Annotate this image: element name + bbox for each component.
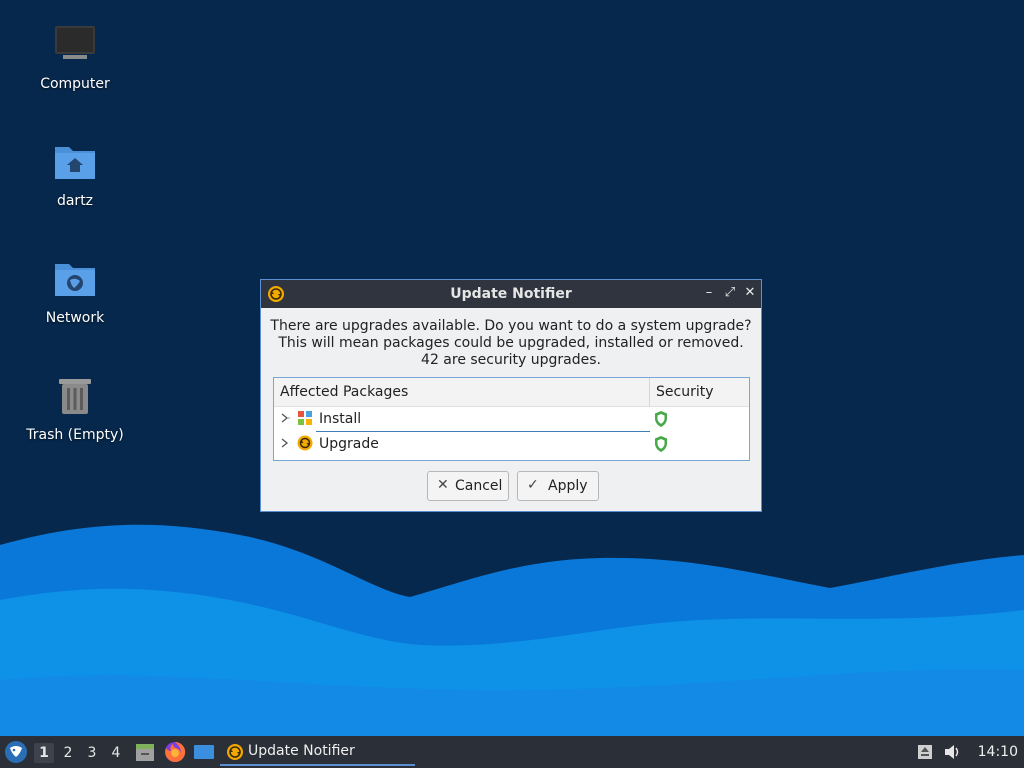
chevron-right-icon[interactable] [280, 411, 290, 425]
desktop-icon-network[interactable]: Network [10, 256, 140, 326]
whisker-menu-icon[interactable] [4, 740, 28, 764]
taskbar-task-update-notifier[interactable]: Update Notifier [220, 738, 415, 766]
close-button[interactable]: ✕ [742, 285, 758, 301]
trash-icon [59, 379, 91, 414]
message-line: This will mean packages could be upgrade… [278, 335, 744, 351]
minimize-button[interactable]: – [701, 285, 717, 301]
workspace-4[interactable]: 4 [106, 743, 126, 763]
volume-icon[interactable] [943, 743, 963, 761]
desktop-icon-label: Network [45, 310, 105, 326]
apply-button[interactable]: ✓ Apply [517, 471, 599, 501]
update-notifier-icon [227, 744, 243, 760]
chevron-right-icon[interactable] [280, 436, 290, 450]
workspace-2[interactable]: 2 [58, 743, 78, 763]
desktop-icon-trash[interactable]: Trash (Empty) [10, 373, 140, 443]
workspace-1[interactable]: 1 [34, 743, 54, 763]
shield-icon [655, 411, 667, 427]
desktop-icon-computer[interactable]: Computer [10, 22, 140, 92]
taskbar: 1 2 3 4 Update Notifier 14:10 [0, 736, 1024, 768]
tree-header: Affected Packages Security [274, 378, 749, 407]
task-label: Update Notifier [248, 743, 355, 759]
update-notifier-dialog: Update Notifier – ⤢ ✕ There are upgrades… [260, 279, 762, 512]
checkmark-icon: ✓ [527, 477, 539, 493]
message-line: 42 are security upgrades. [421, 352, 601, 368]
column-divider[interactable] [649, 378, 650, 406]
install-package-icon [298, 411, 312, 425]
close-icon: ✕ [437, 477, 449, 493]
tree-row-label: Install [319, 411, 362, 427]
clock[interactable]: 14:10 [978, 744, 1018, 760]
maximize-button[interactable]: ⤢ [722, 285, 738, 301]
cancel-button-label: Cancel [455, 478, 503, 494]
message-line: There are upgrades available. Do you wan… [270, 318, 752, 334]
cancel-button[interactable]: ✕ Cancel [427, 471, 509, 501]
file-manager-icon[interactable] [134, 741, 156, 763]
upgrade-package-icon [297, 435, 313, 451]
column-header-packages[interactable]: Affected Packages [280, 384, 408, 400]
apply-button-label: Apply [548, 478, 588, 494]
dialog-message: There are upgrades available. Do you wan… [261, 318, 761, 369]
desktop-icon-label: Computer [40, 76, 110, 92]
tree-row-install[interactable]: Install [274, 407, 749, 432]
desktop-icon-label: dartz [56, 193, 94, 209]
desktop-icon-home[interactable]: dartz [10, 139, 140, 209]
removable-drive-icon[interactable] [916, 743, 934, 761]
network-folder-icon [55, 264, 95, 296]
tree-row-upgrade[interactable]: Upgrade [274, 432, 749, 456]
dialog-titlebar[interactable]: Update Notifier – ⤢ ✕ [261, 280, 761, 308]
home-folder-icon [55, 147, 95, 179]
desktop-icon-label: Trash (Empty) [26, 427, 124, 443]
computer-icon [55, 26, 95, 59]
firefox-icon[interactable] [163, 740, 187, 764]
desktop-icon[interactable] [193, 742, 215, 762]
workspace-3[interactable]: 3 [82, 743, 102, 763]
tree-row-label: Upgrade [319, 436, 379, 452]
shield-icon [655, 436, 667, 452]
packages-tree[interactable]: Affected Packages Security Install Upgra… [273, 377, 750, 461]
desktop: Computer dartz Network Trash (Empty) Upd… [0, 0, 1024, 736]
column-header-security[interactable]: Security [656, 384, 714, 400]
dialog-title: Update Notifier [450, 286, 572, 302]
